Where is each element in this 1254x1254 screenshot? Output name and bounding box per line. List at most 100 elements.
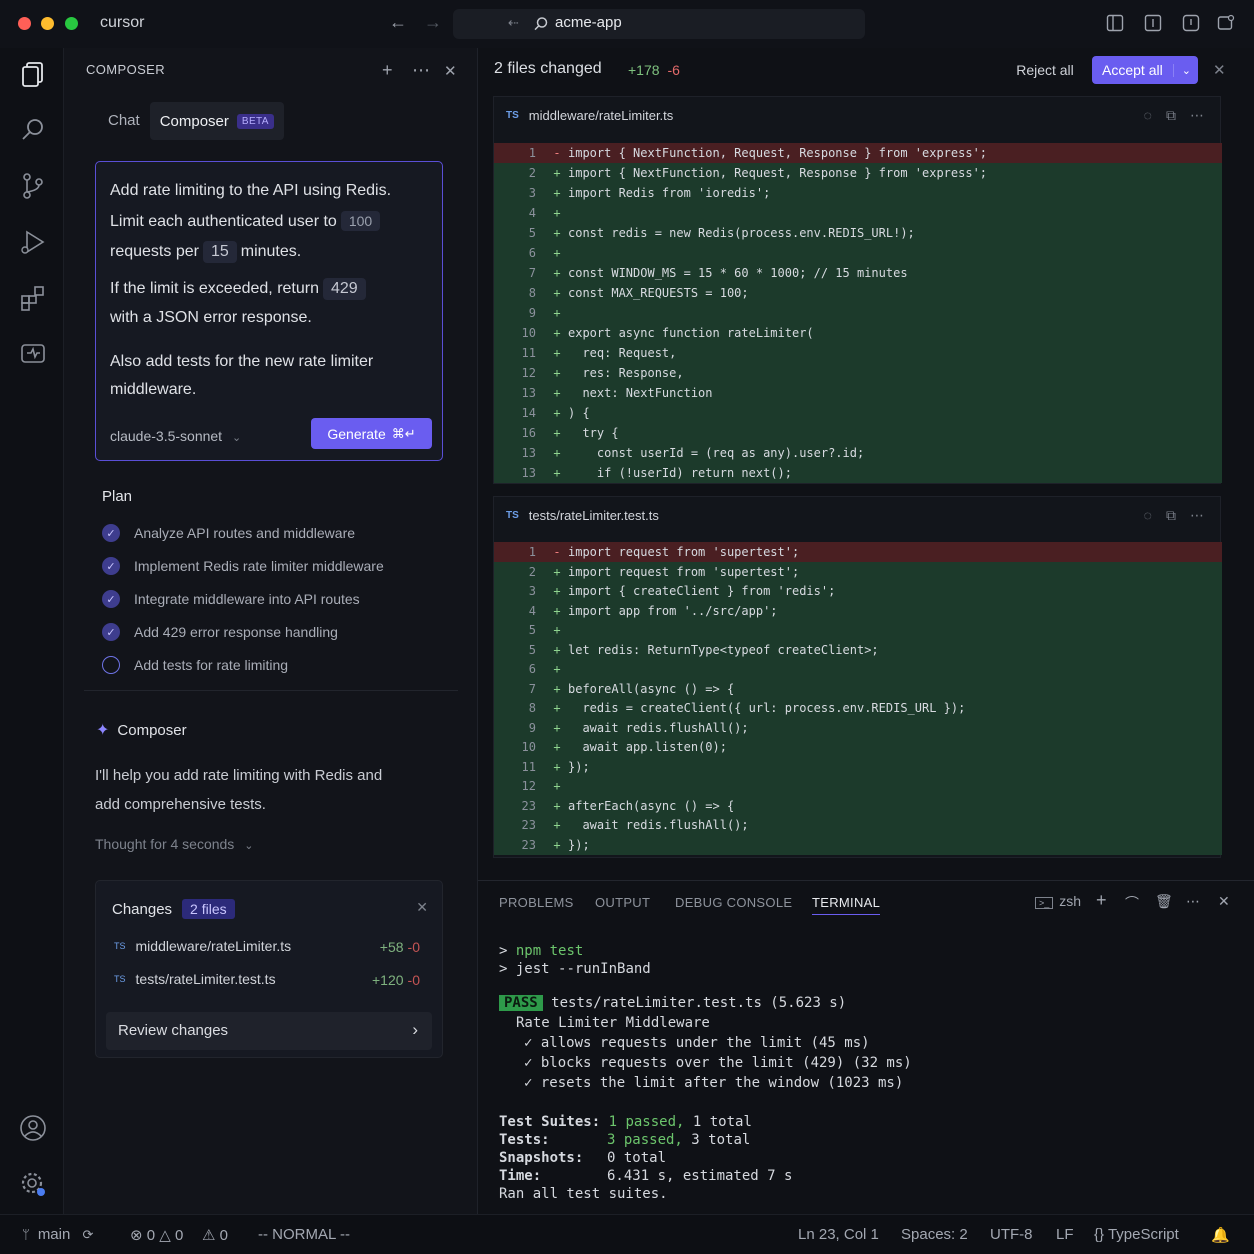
code-text: res: Response, xyxy=(568,366,684,380)
search-icon xyxy=(534,17,548,31)
chevron-down-icon: ⌄ xyxy=(231,432,242,444)
run-debug-icon[interactable] xyxy=(19,228,47,256)
tab-debug-console[interactable]: DEBUG CONSOLE xyxy=(675,895,792,910)
copy-icon[interactable]: ⧉ xyxy=(1166,507,1176,524)
diff-sign: - xyxy=(553,146,561,160)
code-text: next: NextFunction xyxy=(568,386,713,400)
terminal-line: Rate Limiter Middleware xyxy=(516,1015,710,1031)
shell-selector[interactable]: >_ zsh xyxy=(1035,893,1081,909)
plan-item: ✓ Implement Redis rate limiter middlewar… xyxy=(102,554,384,578)
more-icon[interactable]: ⋯ xyxy=(1190,107,1204,124)
warnings-indicator[interactable]: ⚠ 0 xyxy=(202,1226,228,1244)
code-line: 5 + let redis: ReturnType<typeof createCli… xyxy=(494,639,1222,660)
activity-bar xyxy=(0,48,64,1214)
reject-all-button[interactable]: Reject all xyxy=(1008,57,1082,83)
close-diff-icon[interactable]: ✕ xyxy=(1213,61,1226,79)
review-changes-button[interactable]: Review changes › xyxy=(106,1012,432,1050)
tab-terminal[interactable]: TERMINAL xyxy=(812,895,881,915)
copy-icon[interactable]: ⧉ xyxy=(1166,107,1176,124)
file-diff-header[interactable]: TS middleware/rateLimiter.ts xyxy=(494,97,1220,133)
line-ending[interactable]: LF xyxy=(1056,1226,1074,1243)
toggle-panel-icon[interactable] xyxy=(1144,14,1162,32)
customize-layout-icon[interactable] xyxy=(1217,14,1235,32)
forward-arrow-icon[interactable]: → xyxy=(424,12,442,32)
language-mode[interactable]: {} TypeScript xyxy=(1094,1226,1179,1243)
minimize-window-button[interactable] xyxy=(41,17,54,30)
tab-output[interactable]: OUTPUT xyxy=(595,895,650,910)
check-circle-icon: ✓ xyxy=(102,524,120,542)
changed-file[interactable]: TS middleware/rateLimiter.ts xyxy=(114,938,291,954)
plan-item: ✓ Add 429 error response handling xyxy=(102,620,338,644)
trash-icon[interactable]: 🗑 xyxy=(1155,893,1173,910)
close-panel-icon[interactable]: ✕ xyxy=(444,62,457,80)
code-text: ) { xyxy=(568,406,590,420)
plan-item: Add tests for rate limiting xyxy=(102,653,288,677)
close-icon[interactable]: ✕ xyxy=(416,899,428,916)
thought-toggle[interactable]: Thought for 4 seconds ⌄ xyxy=(95,836,253,852)
new-composer-icon[interactable]: + xyxy=(382,60,393,81)
file-name: middleware/rateLimiter.ts xyxy=(528,107,674,123)
vim-mode: -- NORMAL -- xyxy=(258,1226,350,1243)
maximize-window-button[interactable] xyxy=(65,17,78,30)
settings-gear-icon[interactable] xyxy=(19,1170,47,1198)
prompt-input[interactable]: Add rate limiting to the API using Redis… xyxy=(95,161,443,461)
diff-sign: + xyxy=(553,662,561,676)
prompt-line: middleware. xyxy=(110,381,197,398)
sync-icon[interactable]: ⟳ xyxy=(83,1227,94,1242)
generate-button[interactable]: Generate ⌘↵ xyxy=(311,418,432,449)
terminal-panel: PROBLEMS OUTPUT DEBUG CONSOLE TERMINAL >… xyxy=(478,880,1254,1214)
encoding[interactable]: UTF-8 xyxy=(990,1226,1033,1243)
code-line: 16 + try { xyxy=(494,423,1222,443)
back-arrow-icon[interactable]: ← xyxy=(389,12,407,32)
tab-chat[interactable]: Chat xyxy=(98,102,150,140)
line-number: 3 xyxy=(528,584,536,598)
terminal-line: PASS tests/rateLimiter.test.ts (5.623 s) xyxy=(499,995,846,1011)
code-line: 2 + import { NextFunction, Request, Respon… xyxy=(494,163,1222,183)
more-options-icon[interactable]: ⋯ xyxy=(412,60,430,81)
tab-problems[interactable]: PROBLEMS xyxy=(499,895,574,910)
code-line: 8 + const MAX_REQUESTS = 100; xyxy=(494,283,1222,303)
prompt-line: Add rate limiting to the API using Redis… xyxy=(110,182,392,199)
composer-tabs: Chat Composer BETA xyxy=(98,102,284,140)
file-diff-stat: +58 -0 xyxy=(379,939,420,955)
value-chip: 429 xyxy=(322,278,366,300)
chevron-down-icon[interactable]: ⌄ xyxy=(1172,63,1191,77)
revert-icon[interactable]: ◌ xyxy=(1144,107,1152,124)
split-terminal-icon[interactable]: ⌒ xyxy=(1125,893,1139,913)
cursor-position[interactable]: Ln 23, Col 1 xyxy=(798,1226,879,1243)
problems-indicator[interactable]: ⊗ 0 △ 0 xyxy=(130,1226,183,1244)
changed-file[interactable]: TS tests/rateLimiter.test.ts xyxy=(114,971,276,987)
toggle-sidebar-icon[interactable] xyxy=(1106,14,1124,32)
revert-icon[interactable]: ◌ xyxy=(1144,507,1152,524)
new-terminal-icon[interactable]: + xyxy=(1096,890,1107,911)
line-number: 14 xyxy=(521,406,536,420)
tab-composer[interactable]: Composer BETA xyxy=(149,102,284,140)
close-terminal-icon[interactable]: ✕ xyxy=(1218,893,1230,910)
extensions-icon[interactable] xyxy=(19,284,47,312)
search-icon[interactable] xyxy=(19,116,47,144)
code-line: 13 + if (!userId) return next(); xyxy=(494,463,1222,483)
diff-sign: + xyxy=(553,446,561,460)
notifications-bell-icon[interactable]: 🔔 xyxy=(1211,1226,1230,1244)
indentation[interactable]: Spaces: 2 xyxy=(901,1226,968,1243)
remote-explorer-icon[interactable] xyxy=(19,340,47,368)
command-center-search[interactable]: ⇠ acme-app xyxy=(453,9,865,39)
files-explorer-icon[interactable] xyxy=(19,60,47,88)
close-window-button[interactable] xyxy=(18,17,31,30)
source-control-icon[interactable] xyxy=(19,172,47,200)
more-icon[interactable]: ⋯ xyxy=(1190,507,1204,524)
code-text: const userId = (req as any).user?.id; xyxy=(568,446,865,460)
model-selector[interactable]: claude-3.5-sonnet ⌄ xyxy=(110,428,241,444)
line-number: 12 xyxy=(521,779,536,793)
chevron-down-icon: ⌄ xyxy=(244,840,254,852)
diff-sign: + xyxy=(553,386,561,400)
more-icon[interactable]: ⋯ xyxy=(1186,893,1200,910)
line-number: 4 xyxy=(528,206,536,220)
file-diff-header[interactable]: TS tests/rateLimiter.test.ts xyxy=(494,497,1220,533)
check-circle-icon: ✓ xyxy=(102,623,120,641)
accept-all-button[interactable]: Accept all ⌄ xyxy=(1092,56,1198,84)
toggle-secondary-sidebar-icon[interactable] xyxy=(1182,14,1200,32)
branch-indicator[interactable]: ᛘ main ⟳ xyxy=(22,1226,93,1243)
diff-sign: + xyxy=(553,246,561,260)
account-icon[interactable] xyxy=(19,1114,47,1142)
